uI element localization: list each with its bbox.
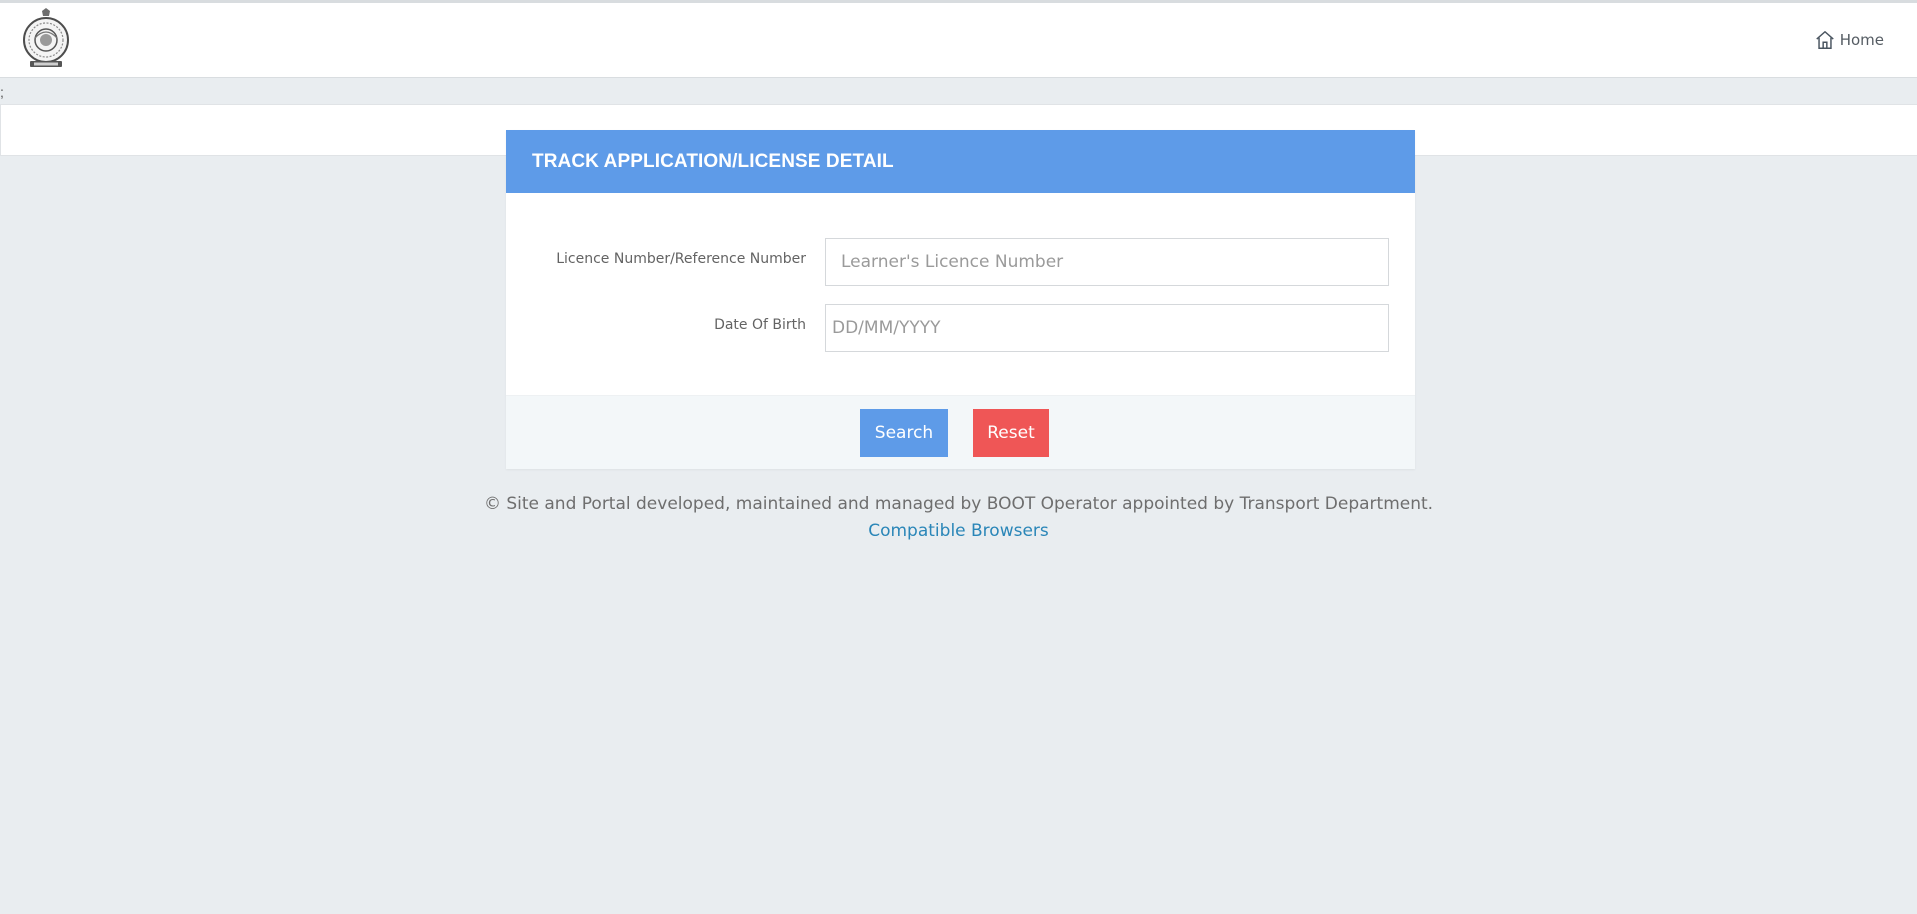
panel-body: Licence Number/Reference Number Date Of … [506, 193, 1415, 395]
licence-number-label: Licence Number/Reference Number [556, 251, 806, 267]
emblem-logo [20, 7, 72, 69]
home-icon [1815, 31, 1834, 49]
compatible-browsers-link[interactable]: Compatible Browsers [868, 521, 1049, 541]
reset-button[interactable]: Reset [973, 409, 1049, 457]
home-link[interactable]: Home [1814, 29, 1884, 51]
date-of-birth-input[interactable] [825, 304, 1389, 352]
licence-number-row: Licence Number/Reference Number [506, 238, 1415, 286]
licence-number-input[interactable] [825, 238, 1389, 286]
home-label: Home [1839, 31, 1884, 49]
track-application-panel: TRACK APPLICATION/LICENSE DETAIL Licence… [506, 130, 1415, 469]
date-of-birth-label: Date Of Birth [714, 317, 806, 333]
panel-header: TRACK APPLICATION/LICENSE DETAIL [506, 130, 1415, 193]
footer-links: Compatible Browsers [0, 521, 1917, 541]
stray-semicolon: ; [0, 84, 4, 100]
site-header: Home [0, 3, 1917, 78]
panel-footer: Search Reset [506, 395, 1415, 469]
panel-title: TRACK APPLICATION/LICENSE DETAIL [532, 150, 894, 172]
emblem-icon [23, 8, 69, 67]
search-button[interactable]: Search [860, 409, 948, 457]
date-of-birth-row: Date Of Birth [506, 304, 1415, 352]
copyright-text: © Site and Portal developed, maintained … [483, 494, 1434, 514]
